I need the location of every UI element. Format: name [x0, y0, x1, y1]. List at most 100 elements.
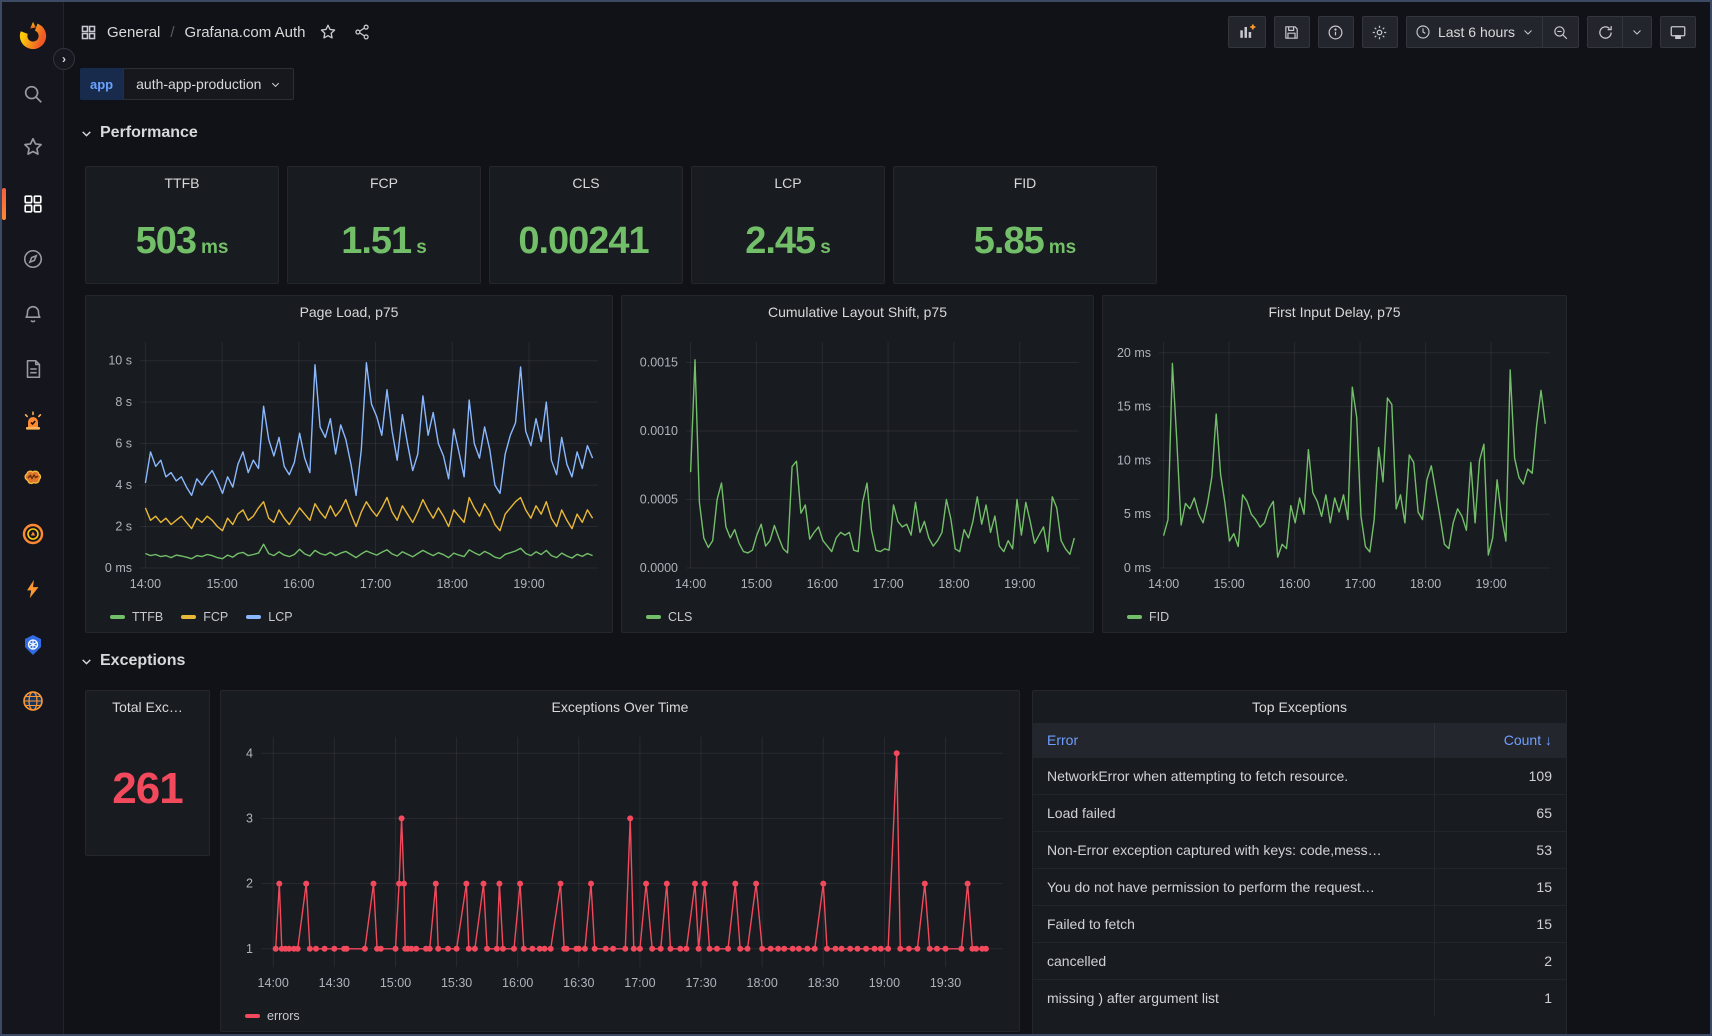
apps-grid-icon — [80, 24, 97, 41]
fid-chart[interactable]: 0 ms5 ms10 ms15 ms20 ms14:0015:0016:0017… — [1103, 328, 1566, 602]
legend-swatch — [646, 615, 661, 619]
dashboard-settings-button[interactable] — [1362, 16, 1398, 48]
svg-text:14:30: 14:30 — [319, 976, 350, 990]
svg-text:19:30: 19:30 — [930, 976, 961, 990]
breadcrumb-dashboard-title[interactable]: Grafana.com Auth — [185, 24, 306, 41]
synthetic-monitoring-icon[interactable] — [13, 681, 53, 721]
add-panel-button[interactable] — [1228, 16, 1266, 48]
search-icon[interactable] — [13, 74, 53, 114]
dashboard-insights-button[interactable] — [1318, 16, 1354, 48]
legend-item[interactable]: errors — [245, 1009, 300, 1023]
fid-panel: First Input Delay, p75 0 ms5 ms10 ms15 m… — [1102, 295, 1567, 633]
legend-item[interactable]: CLS — [646, 610, 692, 624]
kubernetes-monitoring-icon[interactable] — [13, 625, 53, 665]
legend-label: FID — [1149, 610, 1169, 624]
time-range-label: Last 6 hours — [1438, 24, 1515, 40]
dashboards-icon[interactable] — [13, 184, 53, 224]
panel-title: LCP — [692, 167, 884, 199]
sort-desc-icon: ↓ — [1545, 732, 1552, 748]
stat-unit: ms — [201, 237, 228, 259]
incident-icon[interactable] — [13, 514, 53, 554]
count-cell: 15 — [1434, 906, 1566, 942]
breadcrumb-general[interactable]: General — [107, 24, 160, 41]
stat-unit: ms — [1049, 237, 1076, 259]
svg-text:0.0015: 0.0015 — [640, 356, 678, 370]
svg-text:0 ms: 0 ms — [105, 561, 132, 575]
sidebar — [2, 2, 64, 1034]
refresh-button[interactable] — [1587, 16, 1623, 48]
svg-text:17:00: 17:00 — [872, 577, 903, 591]
variable-value-text: auth-app-production — [136, 76, 261, 92]
legend: errors — [221, 1001, 1019, 1031]
legend: TTFB FCP LCP — [86, 602, 612, 632]
legend-label: FCP — [203, 610, 228, 624]
panel-title: TTFB — [86, 167, 278, 199]
svg-text:0.0005: 0.0005 — [640, 493, 678, 507]
svg-text:8 s: 8 s — [115, 395, 132, 409]
section-exceptions-label: Exceptions — [100, 652, 185, 670]
legend-swatch — [246, 615, 261, 619]
page-load-panel: Page Load, p75 0 ms2 s4 s6 s8 s10 s14:00… — [85, 295, 613, 633]
time-range-picker[interactable]: Last 6 hours — [1406, 16, 1543, 48]
stat-number: 503 — [136, 220, 196, 263]
panel-title: Page Load, p75 — [86, 296, 612, 328]
sidebar-expand-button[interactable]: › — [53, 48, 75, 70]
documents-icon[interactable] — [13, 349, 53, 389]
total-exceptions-panel: Total Exc… 261 — [85, 690, 210, 856]
count-cell: 65 — [1434, 795, 1566, 831]
legend-swatch — [181, 615, 196, 619]
kiosk-mode-button[interactable] — [1660, 16, 1696, 48]
oncall-icon[interactable] — [13, 402, 53, 442]
starred-icon[interactable] — [13, 127, 53, 167]
zoom-out-time-button[interactable] — [1543, 16, 1579, 48]
share-icon[interactable] — [353, 23, 371, 41]
svg-text:15:00: 15:00 — [206, 577, 237, 591]
panel-title: FID — [894, 167, 1156, 199]
refresh-interval-button[interactable] — [1623, 16, 1652, 48]
column-header-error[interactable]: Error — [1033, 723, 1434, 757]
machine-learning-icon[interactable] — [13, 458, 53, 498]
error-cell: Load failed — [1033, 795, 1434, 831]
legend-item[interactable]: LCP — [246, 610, 292, 624]
svg-text:0.0000: 0.0000 — [640, 561, 678, 575]
dashboard-header: General / Grafana.com Auth — [80, 12, 1696, 52]
legend-item[interactable]: FID — [1127, 610, 1169, 624]
table-row: You do not have permission to perform th… — [1033, 868, 1566, 905]
error-cell: Non-Error exception captured with keys: … — [1033, 832, 1434, 868]
page-load-chart[interactable]: 0 ms2 s4 s6 s8 s10 s14:0015:0016:0017:00… — [86, 328, 612, 602]
error-cell: cancelled — [1033, 943, 1434, 979]
grafana-logo-icon[interactable] — [13, 15, 53, 55]
section-exceptions[interactable]: Exceptions — [80, 652, 185, 670]
save-dashboard-button[interactable] — [1274, 16, 1310, 48]
svg-text:18:00: 18:00 — [437, 577, 468, 591]
k6-icon[interactable] — [13, 569, 53, 609]
legend-item[interactable]: FCP — [181, 610, 228, 624]
svg-text:17:00: 17:00 — [624, 976, 655, 990]
column-header-count[interactable]: Count ↓ — [1434, 723, 1566, 757]
panel-title: CLS — [490, 167, 682, 199]
alerting-icon[interactable] — [13, 294, 53, 334]
cls-chart[interactable]: 0.00000.00050.00100.001514:0015:0016:001… — [622, 328, 1093, 602]
table-row: Failed to fetch 15 — [1033, 905, 1566, 942]
legend-swatch — [1127, 615, 1142, 619]
stat-value: 503 ms — [136, 220, 229, 263]
stat-panel-fid: FID 5.85 ms — [893, 166, 1157, 284]
stat-value: 261 — [112, 764, 182, 814]
chevron-down-icon — [80, 127, 93, 140]
error-cell: Failed to fetch — [1033, 906, 1434, 942]
stat-panel-cls: CLS 0.00241 — [489, 166, 683, 284]
panel-title: FCP — [288, 167, 480, 199]
section-performance[interactable]: Performance — [80, 124, 198, 142]
legend-item[interactable]: TTFB — [110, 610, 163, 624]
variable-value-dropdown[interactable]: auth-app-production — [123, 68, 294, 100]
exceptions-chart[interactable]: 123414:0014:3015:0015:3016:0016:3017:001… — [221, 723, 1019, 1001]
count-cell: 1 — [1434, 980, 1566, 1016]
svg-text:18:00: 18:00 — [938, 577, 969, 591]
star-icon[interactable] — [319, 23, 337, 41]
svg-text:14:00: 14:00 — [130, 577, 161, 591]
explore-icon[interactable] — [13, 239, 53, 279]
variable-label[interactable]: app — [80, 68, 123, 100]
table-row: cancelled 2 — [1033, 942, 1566, 979]
chevron-down-icon — [80, 655, 93, 668]
stat-panel-ttfb: TTFB 503 ms — [85, 166, 279, 284]
